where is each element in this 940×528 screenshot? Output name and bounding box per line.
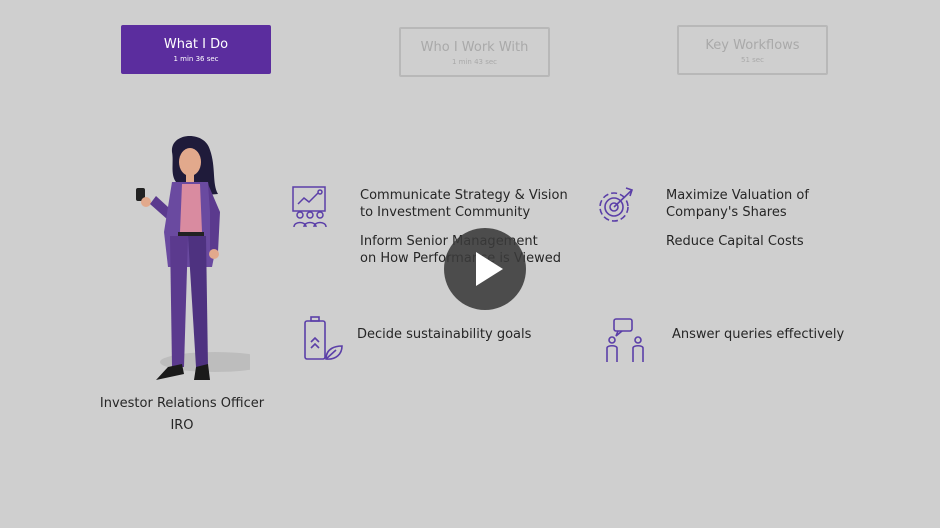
play-button[interactable] xyxy=(444,228,526,310)
strategy-line2: to Investment Community xyxy=(360,205,531,220)
tab-what-i-do[interactable]: What I Do 1 min 36 sec xyxy=(121,25,271,74)
tab-duration: 51 sec xyxy=(741,56,764,64)
persona-title: Investor Relations Officer xyxy=(99,396,265,411)
tab-duration: 1 min 36 sec xyxy=(173,55,219,63)
tab-key-workflows[interactable]: Key Workflows 51 sec xyxy=(677,25,828,75)
valuation-line2: Company's Shares xyxy=(666,205,787,220)
persona-illustration xyxy=(136,135,250,380)
valuation-line1: Maximize Valuation of xyxy=(666,188,809,203)
sustainability-item: Decide sustainability goals xyxy=(357,327,532,342)
chat-people-icon xyxy=(606,318,644,362)
target-gear-icon xyxy=(599,187,634,222)
persona-abbr: IRO xyxy=(170,418,194,433)
presentation-audience-icon xyxy=(292,186,327,228)
tab-label: Who I Work With xyxy=(420,40,529,55)
strategy-line1: Communicate Strategy & Vision xyxy=(360,188,568,203)
tab-who-i-work-with[interactable]: Who I Work With 1 min 43 sec xyxy=(399,27,550,77)
sustainable-battery-icon xyxy=(304,316,343,360)
play-icon xyxy=(476,252,503,286)
queries-item: Answer queries effectively xyxy=(672,327,845,342)
tab-label: Key Workflows xyxy=(705,38,800,53)
tab-label: What I Do xyxy=(163,37,229,52)
tab-duration: 1 min 43 sec xyxy=(451,58,498,66)
capital-item: Reduce Capital Costs xyxy=(666,234,804,249)
valuation-item: Maximize Valuation of Company's Shares xyxy=(666,187,809,221)
strategy-item: Communicate Strategy & Vision to Investm… xyxy=(360,187,568,221)
